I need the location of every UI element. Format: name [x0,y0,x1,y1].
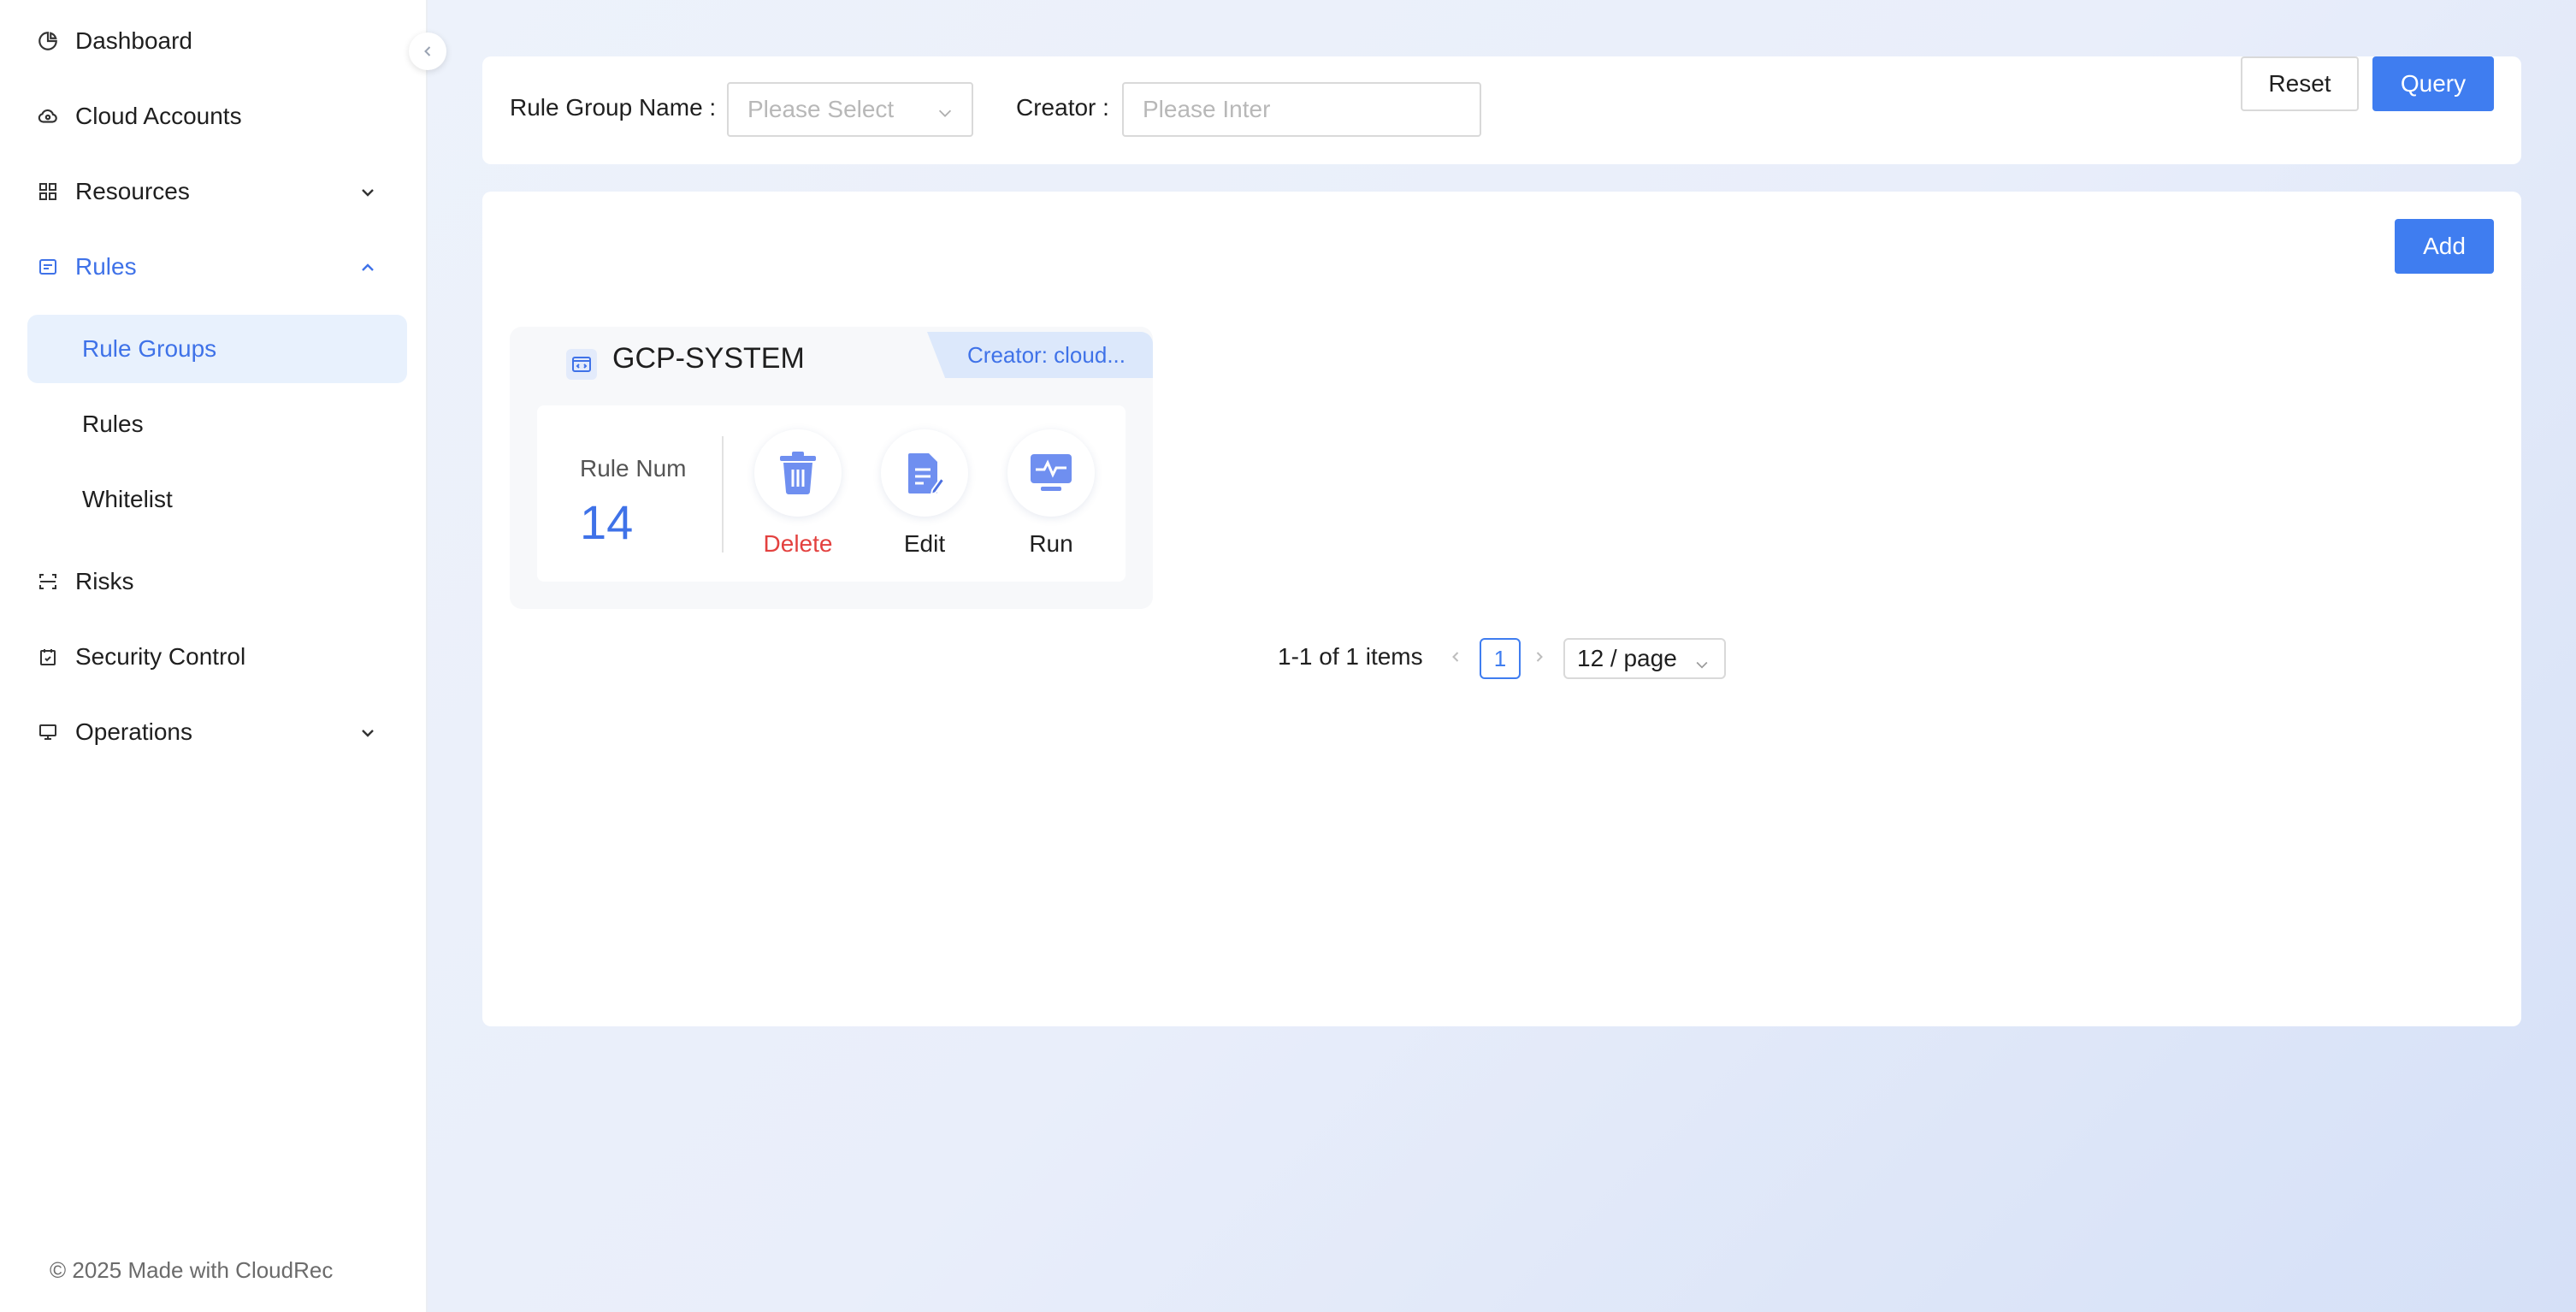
chevron-up-icon [357,257,378,277]
sidebar: Dashboard Cloud Accounts Resources Rules… [0,0,428,1312]
pagination-next-button[interactable] [1527,645,1551,669]
calendar-check-icon [36,645,60,669]
rule-num-label: Rule Num [580,455,687,482]
rule-group-name-label: Rule Group Name : [510,94,717,121]
pagination-total: 1-1 of 1 items [1278,643,1423,670]
sidebar-item-label: Resources [75,178,190,204]
sidebar-item-label: Cloud Accounts [75,103,242,129]
chevron-down-icon [936,101,954,120]
reset-button[interactable]: Reset [2241,56,2359,111]
sidebar-item-label: Risks [75,568,134,594]
sidebar-collapse-button[interactable] [409,33,446,70]
sidebar-subitem-rules[interactable]: Rules [27,390,407,458]
sidebar-item-resources[interactable]: Resources [27,157,407,226]
edit-label: Edit [903,530,946,557]
creator-label: Creator : [1016,94,1109,121]
sidebar-item-cloud-accounts[interactable]: Cloud Accounts [27,82,407,151]
sidebar-subitem-rule-groups[interactable]: Rule Groups [27,315,407,383]
trash-icon [780,452,816,494]
sidebar-subitem-whitelist[interactable]: Whitelist [27,465,407,534]
rule-groups-panel: Add GCP-SYSTEM Creator: cloud... Rule Nu… [482,192,2521,1026]
add-button[interactable]: Add [2395,219,2494,274]
scan-icon [36,570,60,594]
delete-button[interactable]: Delete [751,429,845,558]
creator-input[interactable] [1122,82,1481,137]
sidebar-item-risks[interactable]: Risks [27,547,407,616]
sidebar-item-label: Dashboard [75,27,192,54]
sidebar-footer: © 2025 Made with CloudRec [50,1257,334,1283]
sidebar-subitem-label: Rules [82,411,144,437]
chevron-right-icon [1536,652,1543,662]
run-button[interactable]: Run [1004,429,1098,558]
chevron-left-icon [1452,652,1459,662]
monitor-icon [36,720,60,744]
sidebar-item-security-control[interactable]: Security Control [27,623,407,691]
rules-icon [36,255,60,279]
pagination-page-1[interactable]: 1 [1480,638,1521,679]
edit-document-icon [908,453,946,495]
sidebar-item-rules[interactable]: Rules [27,233,407,301]
rule-group-card[interactable]: GCP-SYSTEM Creator: cloud... Rule Num 14… [510,327,1153,609]
card-title: GCP-SYSTEM [612,342,805,375]
monitor-pulse-icon [1031,454,1072,491]
sidebar-item-operations[interactable]: Operations [27,698,407,766]
chevron-down-icon [357,181,378,202]
pie-chart-icon [36,29,60,53]
sidebar-item-dashboard[interactable]: Dashboard [27,7,407,75]
sidebar-item-label: Rules [75,253,137,280]
pagination-prev-button[interactable] [1444,645,1468,669]
filter-panel: Rule Group Name : Please Select Creator … [482,56,2521,164]
creator-tag: Creator: cloud... [927,332,1153,378]
rule-num-value: 14 [580,495,634,549]
card-body: Rule Num 14 Delete Edit Run [537,405,1126,582]
code-window-icon [566,349,597,380]
run-label: Run [1029,530,1073,557]
chevron-down-icon [1693,652,1710,669]
delete-label: Delete [763,530,833,557]
query-button[interactable]: Query [2372,56,2494,111]
sidebar-item-label: Operations [75,718,192,745]
chevron-left-icon [424,46,431,56]
grid-icon [36,180,60,204]
card-divider [722,436,724,553]
sidebar-subitem-label: Whitelist [82,486,173,512]
rule-group-name-select[interactable]: Please Select [727,82,973,137]
chevron-down-icon [357,722,378,742]
cloud-icon [36,104,60,128]
rule-group-name-placeholder: Please Select [747,96,895,122]
sidebar-subitem-label: Rule Groups [82,335,217,362]
sidebar-item-label: Security Control [75,643,246,670]
page-size-value: 12 / page [1577,645,1677,671]
page-size-select[interactable]: 12 / page [1563,638,1726,679]
edit-button[interactable]: Edit [877,429,972,558]
